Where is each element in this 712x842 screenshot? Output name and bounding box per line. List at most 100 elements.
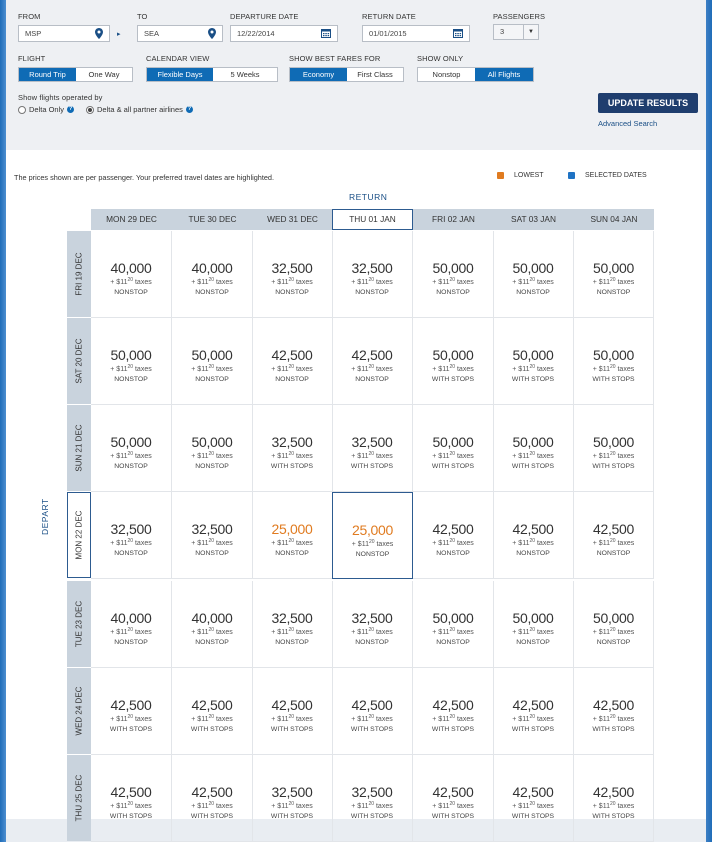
fare-cell[interactable]: 50,000 + $1120 taxes NONSTOP: [91, 405, 172, 492]
fare-cell[interactable]: 32,500 + $1120 taxes NONSTOP: [252, 231, 333, 318]
help-icon[interactable]: ?: [185, 106, 193, 113]
first-class-option[interactable]: First Class: [347, 68, 403, 81]
fare-miles: 50,000: [110, 434, 152, 450]
fare-cell[interactable]: 42,500 + $1120 taxes NONSTOP: [332, 318, 413, 405]
fare-cell[interactable]: 50,000 + $1120 taxes WITH STOPS: [493, 405, 574, 492]
depart-date-header[interactable]: WED 24 DEC: [67, 668, 91, 754]
fare-cell[interactable]: 50,000 + $1120 taxes NONSTOP: [172, 405, 253, 492]
fare-cell[interactable]: 50,000 + $1120 taxes WITH STOPS: [493, 318, 574, 405]
fare-cell[interactable]: 40,000 + $1120 taxes NONSTOP: [91, 231, 172, 318]
update-results-button[interactable]: UPDATE RESULTS: [598, 93, 698, 113]
fare-miles: 42,500: [351, 347, 393, 363]
fare-cell[interactable]: 50,000 + $1120 taxes NONSTOP: [91, 318, 172, 405]
fare-cell[interactable]: 40,000 + $1120 taxes NONSTOP: [172, 231, 253, 318]
return-date-header[interactable]: WED 31 DEC: [252, 209, 333, 230]
return-date-header[interactable]: SUN 04 JAN: [574, 209, 654, 230]
fare-cell[interactable]: 25,000 + $1120 taxes NONSTOP: [252, 492, 333, 579]
fare-cell[interactable]: 42,500 + $1120 taxes WITH STOPS: [172, 755, 253, 842]
fare-miles: 50,000: [592, 347, 635, 363]
to-input[interactable]: SEA: [137, 25, 223, 42]
tax-suffix: taxes: [133, 279, 152, 286]
passengers-select[interactable]: 3 ▼: [493, 24, 539, 40]
five-weeks-option[interactable]: 5 Weeks: [213, 68, 277, 81]
all-flights-option[interactable]: All Flights: [475, 68, 533, 81]
depart-date-header[interactable]: THU 25 DEC: [67, 755, 91, 841]
fare-cell[interactable]: 50,000 + $1120 taxes NONSTOP: [574, 581, 654, 668]
fare-cell[interactable]: 42,500 + $1120 taxes WITH STOPS: [413, 668, 494, 755]
fare-taxes: + $1120 taxes: [413, 536, 493, 549]
depart-date-header[interactable]: TUE 23 DEC: [67, 581, 91, 667]
one-way-option[interactable]: One Way: [76, 68, 132, 81]
depart-date-header[interactable]: SUN 21 DEC: [67, 405, 91, 491]
return-date-header[interactable]: THU 01 JAN: [332, 209, 413, 230]
fare-cell[interactable]: 50,000 + $1120 taxes NONSTOP: [413, 581, 494, 668]
fare-stops: NONSTOP: [355, 289, 389, 296]
fare-cell[interactable]: 42,500 + $1120 taxes NONSTOP: [413, 492, 494, 579]
tax-suffix: taxes: [615, 540, 635, 547]
return-date-header[interactable]: FRI 02 JAN: [413, 209, 494, 230]
round-trip-option[interactable]: Round Trip: [19, 68, 76, 81]
fare-cell[interactable]: 42,500 + $1120 taxes WITH STOPS: [493, 755, 574, 842]
fare-cell[interactable]: 42,500 + $1120 taxes WITH STOPS: [332, 668, 413, 755]
return-date-header[interactable]: SAT 03 JAN: [493, 209, 574, 230]
fare-cell[interactable]: 32,500 + $1120 taxes NONSTOP: [172, 492, 253, 579]
help-icon[interactable]: ?: [67, 106, 75, 113]
depart-date-header[interactable]: FRI 19 DEC: [67, 231, 91, 317]
depart-date-header[interactable]: MON 22 DEC: [67, 492, 91, 578]
fare-cell[interactable]: 42,500 + $1120 taxes WITH STOPS: [413, 755, 494, 842]
fare-stops: NONSTOP: [275, 289, 309, 296]
fare-cell[interactable]: 32,500 + $1120 taxes NONSTOP: [252, 581, 333, 668]
fare-stops: WITH STOPS: [270, 726, 314, 733]
fare-cell[interactable]: 40,000 + $1120 taxes NONSTOP: [91, 581, 172, 668]
calendar-icon[interactable]: [321, 28, 331, 43]
fare-cell[interactable]: 50,000 + $1120 taxes NONSTOP: [493, 581, 574, 668]
fare-miles: 50,000: [432, 434, 474, 450]
nonstop-option[interactable]: Nonstop: [418, 68, 475, 81]
fare-cell[interactable]: 50,000 + $1120 taxes NONSTOP: [172, 318, 253, 405]
radio-button-selected[interactable]: [86, 105, 94, 114]
delta-partners-radio[interactable]: Delta & all partner airlines ?: [86, 105, 193, 114]
advanced-search-link[interactable]: Advanced Search: [598, 119, 657, 128]
fare-cell[interactable]: 32,500 + $1120 taxes WITH STOPS: [332, 755, 413, 842]
tax-prefix: + $: [351, 541, 362, 548]
fare-cell[interactable]: 42,500 + $1120 taxes NONSTOP: [493, 492, 574, 579]
fare-cell[interactable]: 42,500 + $1120 taxes NONSTOP: [574, 492, 654, 579]
fare-cell[interactable]: 50,000 + $1120 taxes WITH STOPS: [413, 405, 494, 492]
fare-cell[interactable]: 42,500 + $1120 taxes NONSTOP: [252, 318, 333, 405]
fare-cell[interactable]: 32,500 + $1120 taxes NONSTOP: [332, 581, 413, 668]
fare-cell[interactable]: 50,000 + $1120 taxes WITH STOPS: [413, 318, 494, 405]
fare-cell[interactable]: 50,000 + $1120 taxes NONSTOP: [574, 231, 654, 318]
fare-cell[interactable]: 25,000 + $1120 taxes NONSTOP: [332, 492, 413, 579]
fare-miles: 42,500: [271, 347, 313, 363]
tax-prefix: + $: [592, 453, 603, 460]
fare-cell[interactable]: 50,000 + $1120 taxes NONSTOP: [413, 231, 494, 318]
radio-button[interactable]: [18, 105, 26, 114]
flexible-days-option[interactable]: Flexible Days: [147, 68, 213, 81]
economy-option[interactable]: Economy: [290, 68, 347, 81]
fare-cell[interactable]: 42,500 + $1120 taxes WITH STOPS: [574, 755, 654, 842]
fare-cell[interactable]: 32,500 + $1120 taxes WITH STOPS: [252, 405, 333, 492]
fare-cell[interactable]: 50,000 + $1120 taxes NONSTOP: [493, 231, 574, 318]
fares-label: SHOW BEST FARES FOR: [289, 54, 381, 63]
return-date-header[interactable]: MON 29 DEC: [91, 209, 172, 230]
fare-cell[interactable]: 32,500 + $1120 taxes WITH STOPS: [332, 405, 413, 492]
fare-cell[interactable]: 32,500 + $1120 taxes NONSTOP: [332, 231, 413, 318]
fare-cell[interactable]: 42,500 + $1120 taxes WITH STOPS: [172, 668, 253, 755]
fare-cell[interactable]: 42,500 + $1120 taxes WITH STOPS: [252, 668, 333, 755]
fare-cell[interactable]: 42,500 + $1120 taxes WITH STOPS: [91, 668, 172, 755]
from-input[interactable]: MSP: [18, 25, 110, 42]
fare-cell[interactable]: 50,000 + $1120 taxes WITH STOPS: [574, 405, 654, 492]
fare-cell[interactable]: 42,500 + $1120 taxes WITH STOPS: [574, 668, 654, 755]
departure-date-input[interactable]: 12/22/2014: [230, 25, 338, 42]
fare-cell[interactable]: 50,000 + $1120 taxes WITH STOPS: [574, 318, 654, 405]
depart-date-header[interactable]: SAT 20 DEC: [67, 318, 91, 404]
fare-cell[interactable]: 32,500 + $1120 taxes NONSTOP: [91, 492, 172, 579]
return-date-input[interactable]: 01/01/2015: [362, 25, 470, 42]
fare-cell[interactable]: 32,500 + $1120 taxes WITH STOPS: [252, 755, 333, 842]
fare-cell[interactable]: 40,000 + $1120 taxes NONSTOP: [172, 581, 253, 668]
calendar-icon[interactable]: [453, 28, 463, 43]
fare-cell[interactable]: 42,500 + $1120 taxes WITH STOPS: [493, 668, 574, 755]
fare-cell[interactable]: 42,500 + $1120 taxes WITH STOPS: [91, 755, 172, 842]
return-date-header[interactable]: TUE 30 DEC: [172, 209, 253, 230]
delta-only-radio[interactable]: Delta Only ?: [18, 105, 75, 114]
